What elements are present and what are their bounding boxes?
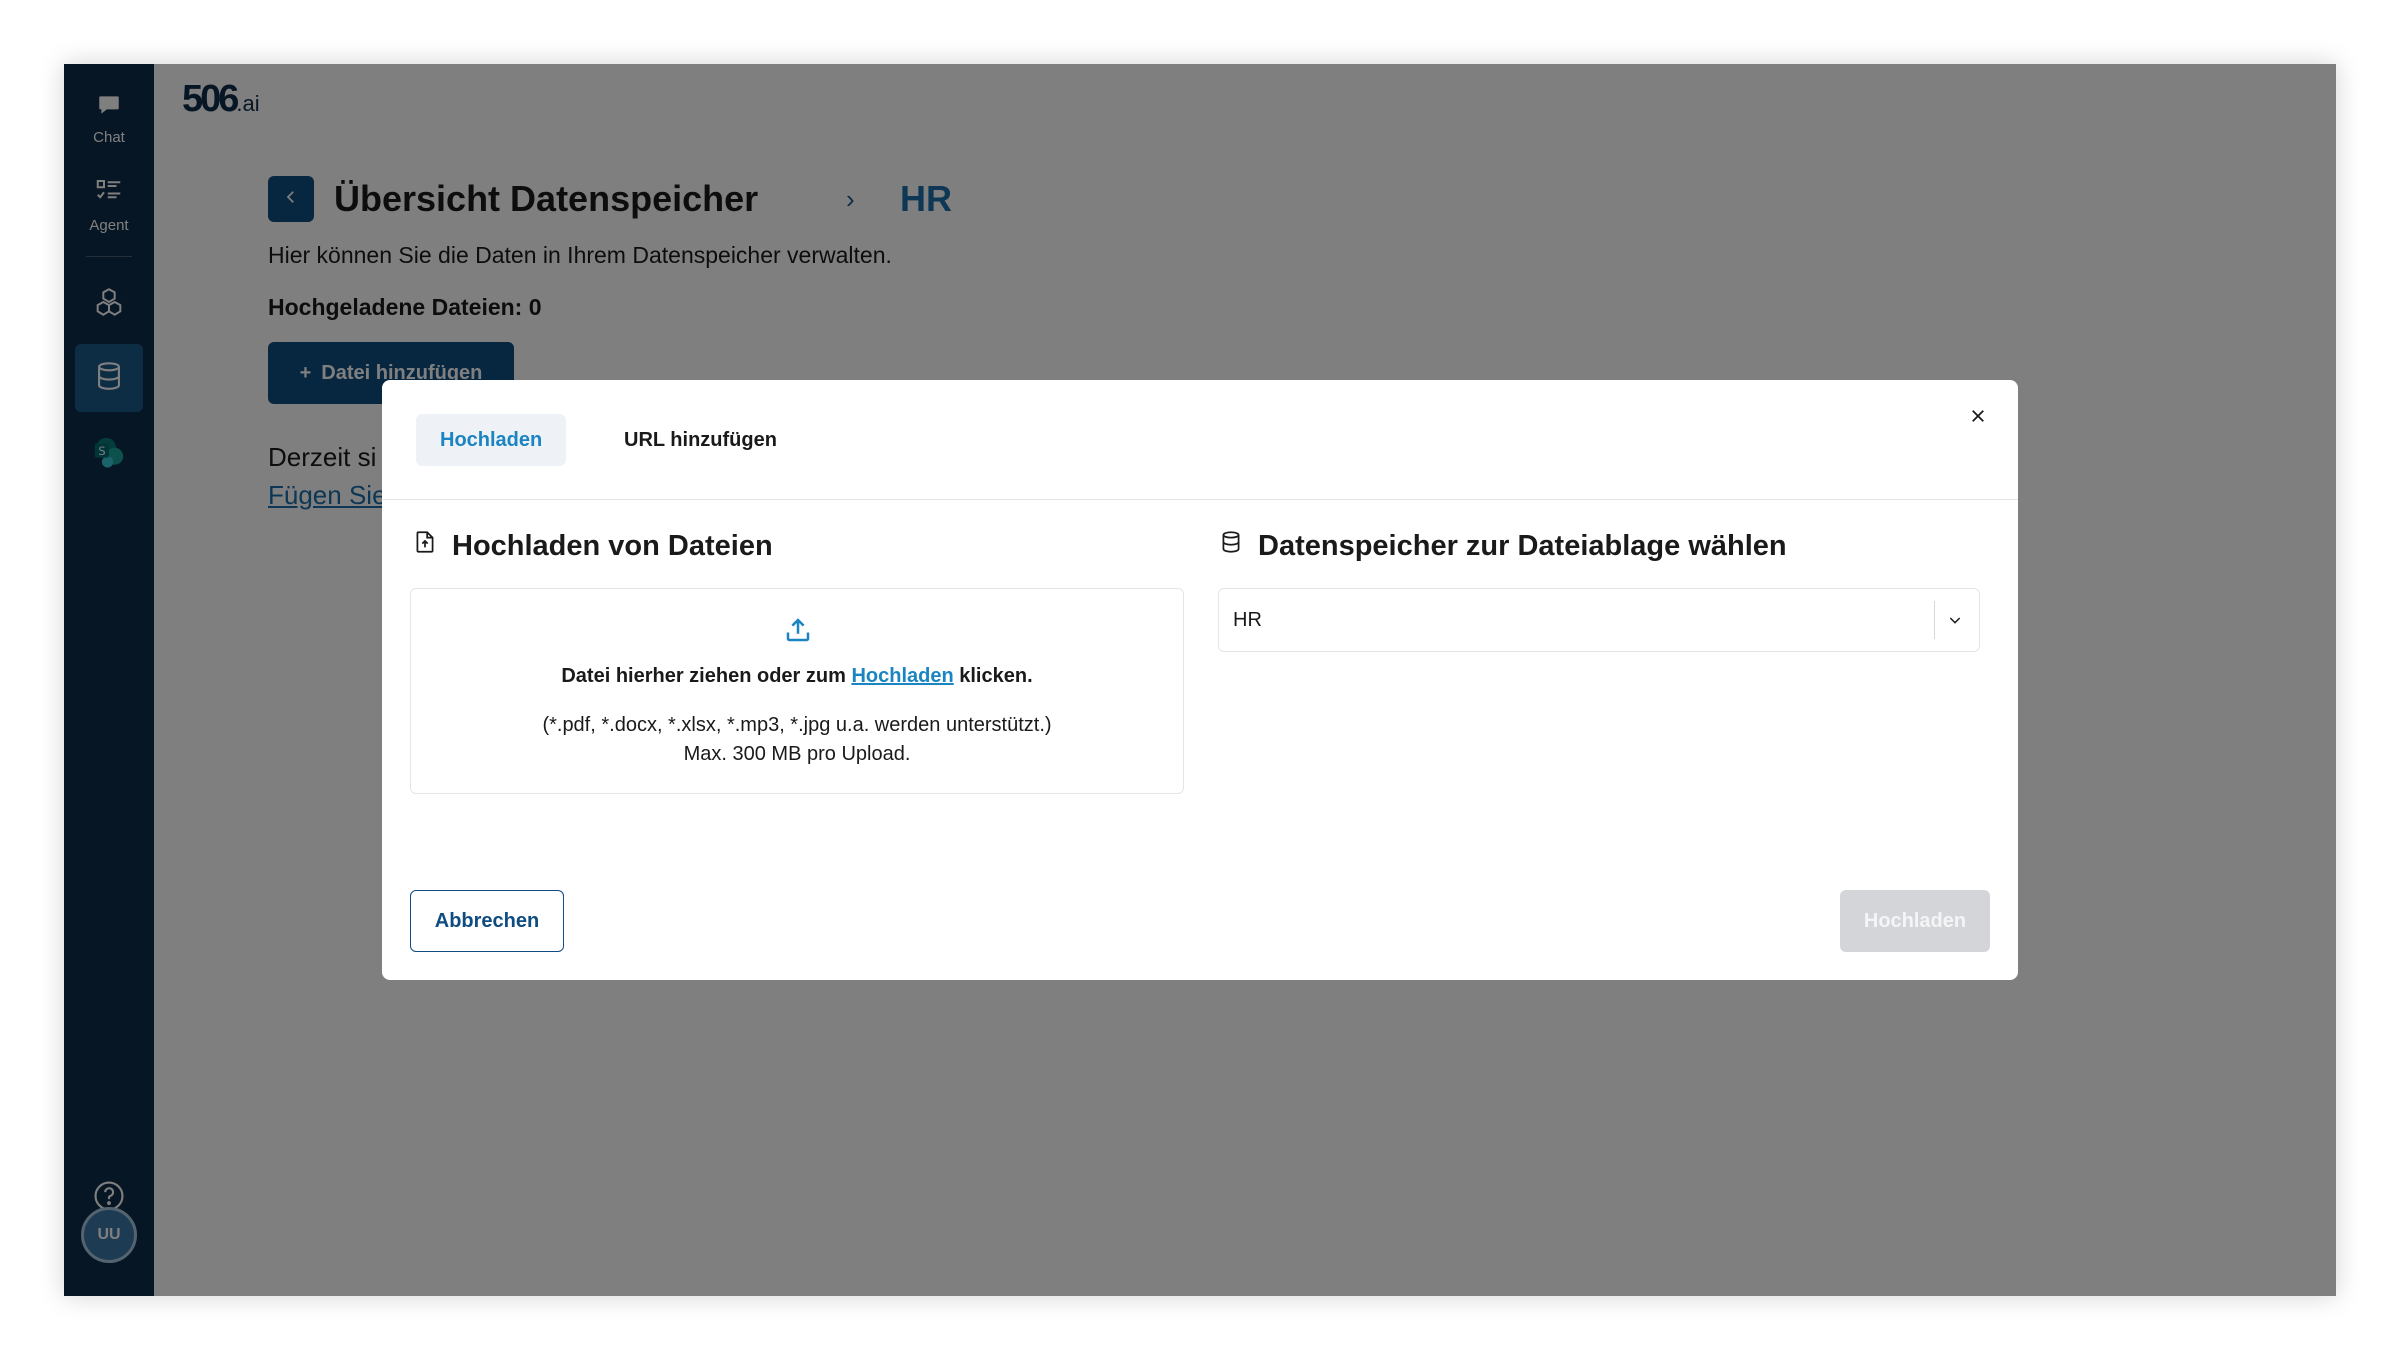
tab-upload[interactable]: Hochladen	[416, 414, 567, 466]
datastore-select-value: HR	[1233, 609, 1262, 631]
upload-submit-button[interactable]: Hochladen	[1840, 890, 1990, 952]
supported-formats: (*.pdf, *.docx, *.xlsx, *.mp3, *.jpg u.a…	[542, 714, 1052, 736]
dialog-tabs: Hochladen URL hinzufügen	[382, 380, 2018, 500]
datastore-select[interactable]: HR	[1218, 588, 1980, 652]
dropzone-upload-link[interactable]: Hochladen	[851, 665, 953, 687]
file-upload-icon	[412, 528, 438, 564]
storage-section-label: Datenspeicher zur Dateiablage wählen	[1258, 529, 1787, 562]
database-icon	[1218, 528, 1244, 564]
upload-section-label: Hochladen von Dateien	[452, 529, 773, 562]
upload-dialog: Hochladen URL hinzufügen Hochladen von D…	[382, 380, 2018, 980]
upload-icon	[783, 615, 813, 650]
dropzone-instruction: Datei hierher ziehen oder zum Hochladen …	[561, 665, 1033, 687]
close-icon	[1969, 407, 1987, 430]
close-button[interactable]	[1960, 400, 1996, 436]
select-divider	[1934, 601, 1935, 639]
file-dropzone[interactable]: Datei hierher ziehen oder zum Hochladen …	[410, 588, 1184, 794]
dropzone-hint: (*.pdf, *.docx, *.xlsx, *.mp3, *.jpg u.a…	[411, 711, 1183, 769]
app-window: Chat Agent S UU	[64, 64, 2336, 1296]
storage-section-title: Datenspeicher zur Dateiablage wählen	[1218, 526, 1787, 566]
max-upload-size: Max. 300 MB pro Upload.	[683, 743, 911, 765]
cancel-button[interactable]: Abbrechen	[410, 890, 564, 952]
tab-add-url[interactable]: URL hinzufügen	[600, 414, 801, 466]
upload-section-title: Hochladen von Dateien	[412, 526, 773, 566]
chevron-down-icon[interactable]	[1943, 608, 1967, 632]
